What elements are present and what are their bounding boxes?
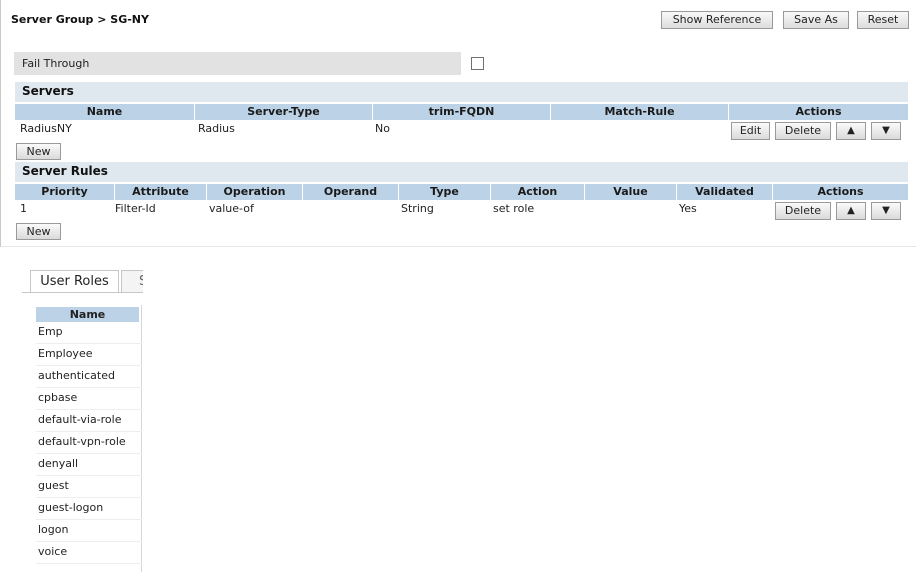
save-as-button[interactable]: Save As [783, 11, 849, 29]
tab-divider [22, 292, 143, 293]
roles-col-name: Name [36, 307, 139, 322]
rules-col-action: Action [491, 184, 585, 200]
rules-col-priority: Priority [15, 184, 115, 200]
role-list-item[interactable]: voice [36, 542, 142, 564]
rules-col-validated: Validated [677, 184, 773, 200]
fail-through-row: Fail Through [14, 52, 461, 75]
servers-col-trim-fqdn: trim-FQDN [373, 104, 551, 120]
fail-through-checkbox[interactable] [471, 57, 484, 70]
new-server-button[interactable]: New [16, 143, 61, 160]
reset-button[interactable]: Reset [857, 11, 909, 29]
rule-move-up-button[interactable]: ▲ [836, 202, 866, 220]
role-list-item[interactable]: default-vpn-role [36, 432, 142, 454]
servers-col-actions: Actions [729, 104, 908, 120]
rule-validated-cell: Yes [679, 202, 697, 215]
fail-through-label: Fail Through [22, 57, 90, 70]
role-list-item[interactable]: Emp [36, 322, 142, 344]
servers-col-name: Name [15, 104, 195, 120]
servers-col-server-type: Server-Type [195, 104, 373, 120]
rules-col-operand: Operand [303, 184, 399, 200]
servers-col-match-rule: Match-Rule [551, 104, 729, 120]
role-list-item[interactable]: denyall [36, 454, 142, 476]
tab-user-roles[interactable]: User Roles [30, 270, 119, 293]
rules-col-operation: Operation [207, 184, 303, 200]
rule-action-cell: set role [493, 202, 535, 215]
servers-section-title: Servers [15, 82, 908, 102]
server-move-down-button[interactable]: ▼ [871, 122, 901, 140]
rule-operation-cell: value-of [209, 202, 254, 215]
trim-fqdn-cell: No [375, 122, 390, 135]
rules-col-actions: Actions [773, 184, 908, 200]
rules-col-type: Type [399, 184, 491, 200]
role-list-item[interactable]: logon [36, 520, 142, 542]
rule-type-cell: String [401, 202, 434, 215]
role-list-item[interactable]: guest [36, 476, 142, 498]
rule-delete-button[interactable]: Delete [775, 202, 831, 220]
server-name-cell: RadiusNY [20, 122, 72, 135]
server-group-panel: Server Group > SG-NY Show Reference Save… [0, 0, 916, 247]
role-list-item[interactable]: authenticated [36, 366, 142, 388]
role-list-item[interactable]: guest-logon [36, 498, 142, 520]
server-edit-button[interactable]: Edit [731, 122, 770, 140]
new-rule-button[interactable]: New [16, 223, 61, 240]
rules-col-value: Value [585, 184, 677, 200]
rules-col-attribute: Attribute [115, 184, 207, 200]
breadcrumb: Server Group > SG-NY [11, 13, 149, 26]
tab-next-partial[interactable]: S [121, 270, 143, 293]
show-reference-button[interactable]: Show Reference [661, 11, 773, 29]
rule-attribute-cell: Filter-Id [115, 202, 156, 215]
server-delete-button[interactable]: Delete [775, 122, 831, 140]
server-move-up-button[interactable]: ▲ [836, 122, 866, 140]
role-list-item[interactable]: Employee [36, 344, 142, 366]
role-list-item[interactable]: cpbase [36, 388, 142, 410]
rule-move-down-button[interactable]: ▼ [871, 202, 901, 220]
rule-priority-cell: 1 [20, 202, 27, 215]
server-rules-section-title: Server Rules [15, 162, 908, 182]
server-type-cell: Radius [198, 122, 235, 135]
role-list-item[interactable]: default-via-role [36, 410, 142, 432]
